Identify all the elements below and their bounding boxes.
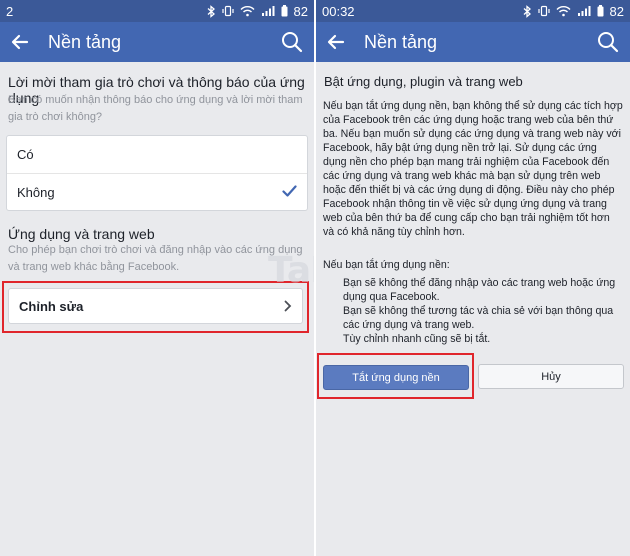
battery-icon bbox=[281, 5, 288, 17]
chevron-right-icon bbox=[284, 300, 292, 312]
checkmark-icon bbox=[282, 185, 297, 197]
battery-icon bbox=[597, 5, 604, 17]
page-title: Nền tảng bbox=[48, 31, 122, 52]
invites-section-subtitle: Bạn có muốn nhận thông báo cho ứng dụng … bbox=[8, 94, 303, 123]
battery-level: 82 bbox=[609, 3, 624, 19]
option-label: Có bbox=[17, 147, 34, 162]
turn-off-button[interactable]: Tắt ứng dụng nền bbox=[323, 365, 469, 390]
status-bar: 00:32 82 bbox=[316, 0, 630, 22]
highlight-box: Chỉnh sửa bbox=[2, 281, 309, 333]
vibrate-icon bbox=[537, 5, 550, 17]
search-icon bbox=[598, 32, 619, 53]
back-arrow-icon bbox=[11, 34, 29, 50]
app-header: Nền tảng bbox=[316, 22, 630, 62]
list-item: Bạn sẽ không thể đăng nhập vào các trang… bbox=[343, 277, 616, 303]
list-item: Tùy chỉnh nhanh cũng sẽ bị tắt. bbox=[343, 333, 491, 345]
edit-label: Chỉnh sửa bbox=[19, 298, 84, 314]
signal-icon bbox=[261, 5, 275, 17]
if-off-label: Nếu bạn tắt ứng dụng nền: bbox=[323, 259, 450, 271]
dialog-body: Nếu bạn tắt ứng dụng nền, bạn không thể … bbox=[323, 100, 623, 238]
search-button[interactable] bbox=[270, 22, 314, 62]
status-time: 2 bbox=[6, 3, 14, 19]
app-header: Nền tảng bbox=[0, 22, 314, 62]
option-no[interactable]: Không bbox=[7, 173, 307, 210]
edit-button[interactable]: Chỉnh sửa bbox=[8, 288, 303, 324]
watermark: TaI bbox=[268, 250, 314, 291]
right-screen: 00:32 82 Nền tảng Bật ứng dụng, plugin v… bbox=[316, 0, 630, 556]
bluetooth-icon bbox=[523, 4, 532, 18]
search-button[interactable] bbox=[586, 22, 630, 62]
cancel-button[interactable]: Hủy bbox=[478, 364, 624, 389]
invites-options-card: Có Không bbox=[6, 135, 308, 211]
search-icon bbox=[282, 32, 303, 53]
wifi-icon bbox=[556, 5, 571, 17]
battery-level: 82 bbox=[293, 3, 308, 19]
page-title: Nền tảng bbox=[364, 31, 438, 52]
wifi-icon bbox=[240, 5, 255, 17]
signal-icon bbox=[577, 5, 591, 17]
apps-section-title: Ứng dụng và trang web bbox=[8, 226, 155, 242]
apps-section-subtitle: Cho phép bạn chơi trò chơi và đăng nhập … bbox=[8, 244, 303, 273]
back-arrow-icon bbox=[327, 34, 345, 50]
consequences-list: Bạn sẽ không thể đăng nhập vào các trang… bbox=[316, 276, 630, 346]
status-time: 00:32 bbox=[322, 3, 355, 19]
bluetooth-icon bbox=[207, 4, 216, 18]
left-screen: 2 82 Nền tảng Lời mời tham gia trò chơi … bbox=[0, 0, 314, 556]
back-button[interactable] bbox=[316, 22, 356, 62]
status-bar: 2 82 bbox=[0, 0, 314, 22]
vibrate-icon bbox=[221, 5, 234, 17]
dialog-heading: Bật ứng dụng, plugin và trang web bbox=[324, 74, 523, 89]
list-item: Bạn sẽ không thể tương tác và chia sẻ vớ… bbox=[343, 305, 614, 331]
back-button[interactable] bbox=[0, 22, 40, 62]
option-yes[interactable]: Có bbox=[7, 136, 307, 173]
option-label: Không bbox=[17, 184, 55, 200]
highlight-box: Tắt ứng dụng nền bbox=[317, 353, 474, 399]
